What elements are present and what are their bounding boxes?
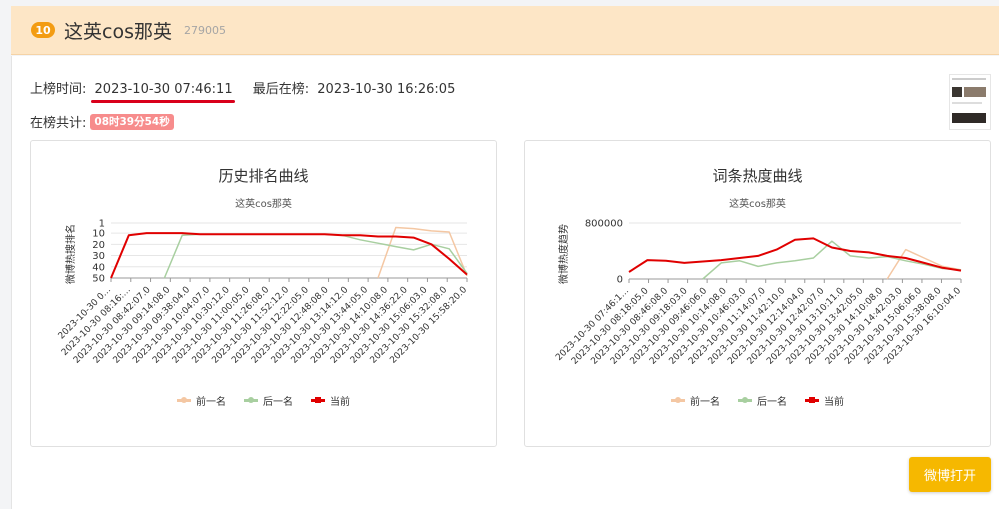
onboard-label: 上榜时间: <box>30 82 87 97</box>
legend-current[interactable]: 当前 <box>805 393 844 408</box>
topic-title[interactable]: 这英cos那英 <box>64 17 172 44</box>
legend-prev[interactable]: 前一名 <box>671 393 720 408</box>
y-tick-label: 0 <box>617 275 623 286</box>
series-line-current <box>628 237 962 273</box>
chart-legend: 前一名 后一名 当前 <box>525 393 990 408</box>
legend-current[interactable]: 当前 <box>311 393 350 408</box>
y-tick-label: 20 <box>92 240 105 251</box>
highlight-underline <box>90 100 235 103</box>
legend-prev[interactable]: 前一名 <box>177 393 226 408</box>
topic-header: 10 这英cos那英 279005 <box>11 6 999 55</box>
series-line-prev <box>377 226 468 279</box>
y-tick-label: 50 <box>92 274 105 285</box>
y-tick-label: 10 <box>92 229 105 240</box>
heat-chart: 词条热度曲线 这英cos那英 微博热度趋势 0 800000 2023-10-30 … <box>524 140 991 447</box>
topic-id: 279005 <box>183 23 226 37</box>
weibo-open-button[interactable]: 微博打开 <box>909 457 991 492</box>
rank-chart: 历史排名曲线 这英cos那英 微博热搜排名 1 10 20 30 40 50 2023-10… <box>30 140 497 447</box>
screenshot-thumbnail[interactable] <box>949 74 991 130</box>
onboard-time: 2023-10-30 07:46:11 <box>90 82 235 103</box>
total-label: 在榜共计: <box>30 116 87 131</box>
rank-badge: 10 <box>31 22 55 38</box>
legend-next[interactable]: 后一名 <box>244 393 293 408</box>
last-label: 最后在榜: <box>252 82 310 97</box>
duration-badge: 08时39分54秒 <box>90 113 174 130</box>
time-info-row: 上榜时间: 2023-10-30 07:46:11 最后在榜: 2023-10-… <box>30 78 456 103</box>
y-tick-label: 800000 <box>585 219 623 230</box>
legend-next[interactable]: 后一名 <box>738 393 787 408</box>
y-tick-label: 30 <box>92 251 105 262</box>
y-tick-label: 40 <box>92 262 105 273</box>
last-time: 2023-10-30 16:26:05 <box>317 82 456 97</box>
detail-card: 上榜时间: 2023-10-30 07:46:11 最后在榜: 2023-10-… <box>11 56 999 509</box>
duration-row: 在榜共计: 08时39分54秒 <box>30 112 174 131</box>
chart-legend: 前一名 后一名 当前 <box>31 393 496 408</box>
